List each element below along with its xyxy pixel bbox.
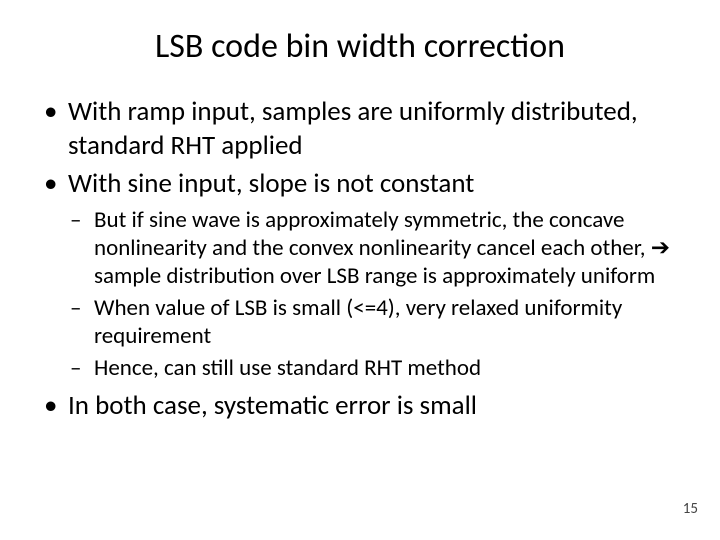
bullet-item: With sine input, slope is not constant B…	[40, 167, 680, 383]
sub-bullet-item: But if sine wave is approximately symmet…	[68, 206, 680, 290]
sub-bullet-list: But if sine wave is approximately symmet…	[68, 206, 680, 382]
slide-title: LSB code bin width correction	[40, 26, 680, 67]
bullet-text: With sine input, slope is not constant	[68, 167, 474, 200]
bullet-list: With ramp input, samples are uniformly d…	[40, 95, 680, 422]
bullet-item: With ramp input, samples are uniformly d…	[40, 95, 680, 163]
sub-bullet-text: But if sine wave is approximately symmet…	[94, 206, 670, 290]
bullet-text: In both case, systematic error is small	[68, 389, 477, 422]
sub-bullet-text: Hence, can still use standard RHT method	[94, 354, 481, 382]
page-number: 15	[683, 500, 698, 518]
bullet-item: In both case, systematic error is small	[40, 389, 680, 423]
sub-bullet-item: When value of LSB is small (<=4), very r…	[68, 294, 680, 350]
sub-bullet-text: When value of LSB is small (<=4), very r…	[94, 294, 622, 350]
sub-bullet-item: Hence, can still use standard RHT method	[68, 354, 680, 382]
bullet-text: With ramp input, samples are uniformly d…	[68, 95, 638, 162]
slide: LSB code bin width correction With ramp …	[0, 0, 720, 540]
